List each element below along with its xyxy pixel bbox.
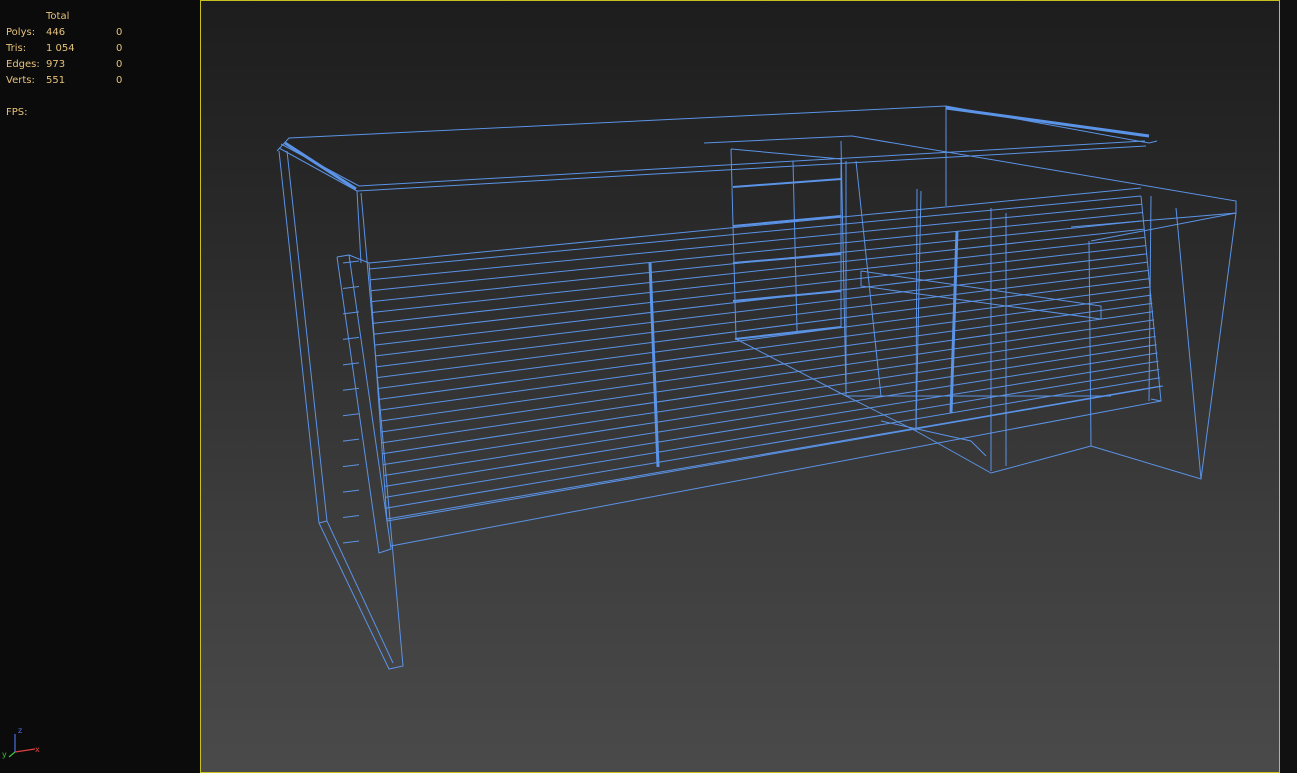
edge-highlight-right [945,106,1150,138]
gizmo-y-label: y [2,750,7,759]
slat-line [372,236,1146,324]
return-cabinet[interactable] [860,188,1237,480]
stats-row-edges: Edges: 973 0 [6,59,123,70]
stats-header-total: Total [46,11,70,22]
slat-line [382,335,1156,455]
statistics-panel: Total Polys: 446 0 Tris: 1 054 0 Edges: … [0,0,200,773]
leg-slat-line [342,260,360,264]
stats-row-verts: Verts: 551 0 [6,75,123,86]
slat-line [386,377,1161,509]
viewport-statistics: Total Polys: 446 0 Tris: 1 054 0 Edges: … [6,9,136,121]
stats-row-polys: Polys: 446 0 [6,27,123,38]
axis-tripod-icon: x y z [2,726,40,759]
leg-slat-line [342,387,360,391]
leg-slat-line [342,489,360,493]
slat-line [383,352,1158,477]
perspective-viewport[interactable] [200,0,1280,773]
slat-line [381,327,1155,444]
modesty-panel-slats [368,195,1162,520]
panel-support-bar-left [648,262,660,468]
slat-line [386,385,1162,520]
slat-line [373,245,1147,335]
right-edge-strip [1280,0,1297,773]
slat-line [378,294,1152,400]
fps-label: FPS: [6,107,28,118]
leg-slat-line [342,336,360,340]
leg-slat-line [342,540,360,544]
return-cabinet-slats [342,260,360,544]
slat-line [368,195,1142,270]
desk-top-slab[interactable] [276,105,1158,264]
slat-line [379,302,1153,411]
stats-row-tris: Tris: 1 054 0 [6,43,123,54]
leg-slat-line [342,515,360,519]
leg-slat-line [342,438,360,442]
wireframe-desk-model[interactable] [201,1,1279,772]
leg-slat-line [342,285,360,289]
leg-slat-line [342,413,360,417]
edge-highlight-left [284,141,357,191]
leg-slat-line [342,464,360,468]
gizmo-z-label: z [18,726,22,735]
slat-line [385,368,1160,498]
gizmo-x-label: x [35,745,40,754]
leg-slat-line [342,362,360,366]
